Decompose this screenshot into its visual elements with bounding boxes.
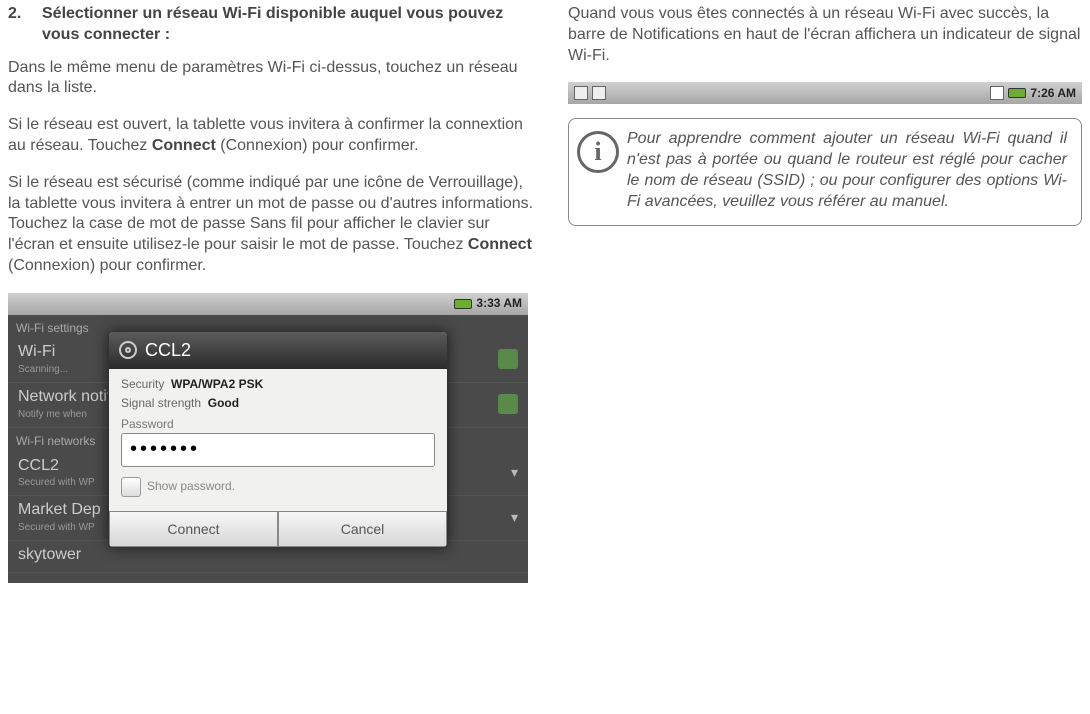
clock: 3:33 AM bbox=[476, 296, 522, 312]
status-bar-example: 7:26 AM bbox=[568, 82, 1082, 104]
password-input[interactable] bbox=[121, 433, 435, 467]
wifi-dialog-screenshot: 3:33 AM Wi-Fi settings Wi-Fi Scanning...… bbox=[8, 293, 528, 583]
battery-icon bbox=[454, 299, 472, 309]
info-text: Pour apprendre comment ajouter un réseau… bbox=[627, 130, 1067, 209]
password-label: Password bbox=[121, 417, 435, 433]
text: (Connexion) pour confirmer. bbox=[8, 257, 206, 274]
signal-row: Signal strength Good bbox=[121, 396, 435, 412]
connect-button[interactable]: Connect bbox=[109, 511, 278, 547]
security-row: Security WPA/WPA2 PSK bbox=[121, 377, 435, 393]
connect-bold: Connect bbox=[152, 137, 216, 154]
step-number: 2. bbox=[8, 4, 42, 46]
value: Good bbox=[208, 396, 239, 410]
dialog-title: CCL2 bbox=[145, 339, 191, 362]
connect-bold: Connect bbox=[468, 236, 532, 253]
cancel-button[interactable]: Cancel bbox=[278, 511, 447, 547]
notification-icon bbox=[592, 86, 606, 100]
sublabel: Scanning... bbox=[18, 363, 68, 376]
wifi-lock-icon: ▾ bbox=[511, 463, 518, 481]
dialog-title-bar: CCL2 bbox=[109, 332, 447, 369]
sublabel: Secured with WP bbox=[18, 476, 95, 489]
wifi-lock-icon: ▾ bbox=[511, 508, 518, 526]
clock: 7:26 AM bbox=[1030, 86, 1076, 102]
paragraph-secure-network: Si le réseau est sécurisé (comme indiqué… bbox=[8, 173, 538, 277]
wifi-icon bbox=[119, 341, 137, 359]
info-icon: i bbox=[577, 131, 619, 173]
sublabel: Secured with WP bbox=[18, 521, 101, 534]
show-password-checkbox[interactable] bbox=[121, 477, 141, 497]
connect-dialog: CCL2 Security WPA/WPA2 PSK Signal streng… bbox=[108, 331, 448, 548]
notification-icon bbox=[574, 86, 588, 100]
paragraph-success: Quand vous vous êtes connectés à un rése… bbox=[568, 4, 1082, 66]
label: Signal strength bbox=[121, 396, 201, 410]
info-callout: i Pour apprendre comment ajouter un rése… bbox=[568, 118, 1082, 225]
label: CCL2 bbox=[18, 456, 95, 477]
text: Si le réseau est sécurisé (comme indiqué… bbox=[8, 174, 533, 253]
status-bar: 3:33 AM bbox=[8, 293, 528, 315]
check-icon bbox=[498, 394, 518, 414]
paragraph-open-network: Si le réseau est ouvert, la tablette vou… bbox=[8, 115, 538, 157]
text: (Connexion) pour confirmer. bbox=[216, 137, 419, 154]
value: WPA/WPA2 PSK bbox=[171, 377, 263, 391]
show-password-label: Show password. bbox=[147, 479, 235, 495]
step-title: Sélectionner un réseau Wi-Fi disponible … bbox=[42, 4, 538, 46]
label: skytower bbox=[18, 545, 81, 566]
label: Security bbox=[121, 377, 164, 391]
paragraph-intro: Dans le même menu de paramètres Wi-Fi ci… bbox=[8, 58, 538, 100]
label: Wi-Fi bbox=[18, 342, 68, 363]
label: Market Dep bbox=[18, 500, 101, 521]
battery-icon bbox=[1008, 88, 1026, 98]
sd-icon bbox=[990, 86, 1004, 100]
check-icon bbox=[498, 349, 518, 369]
